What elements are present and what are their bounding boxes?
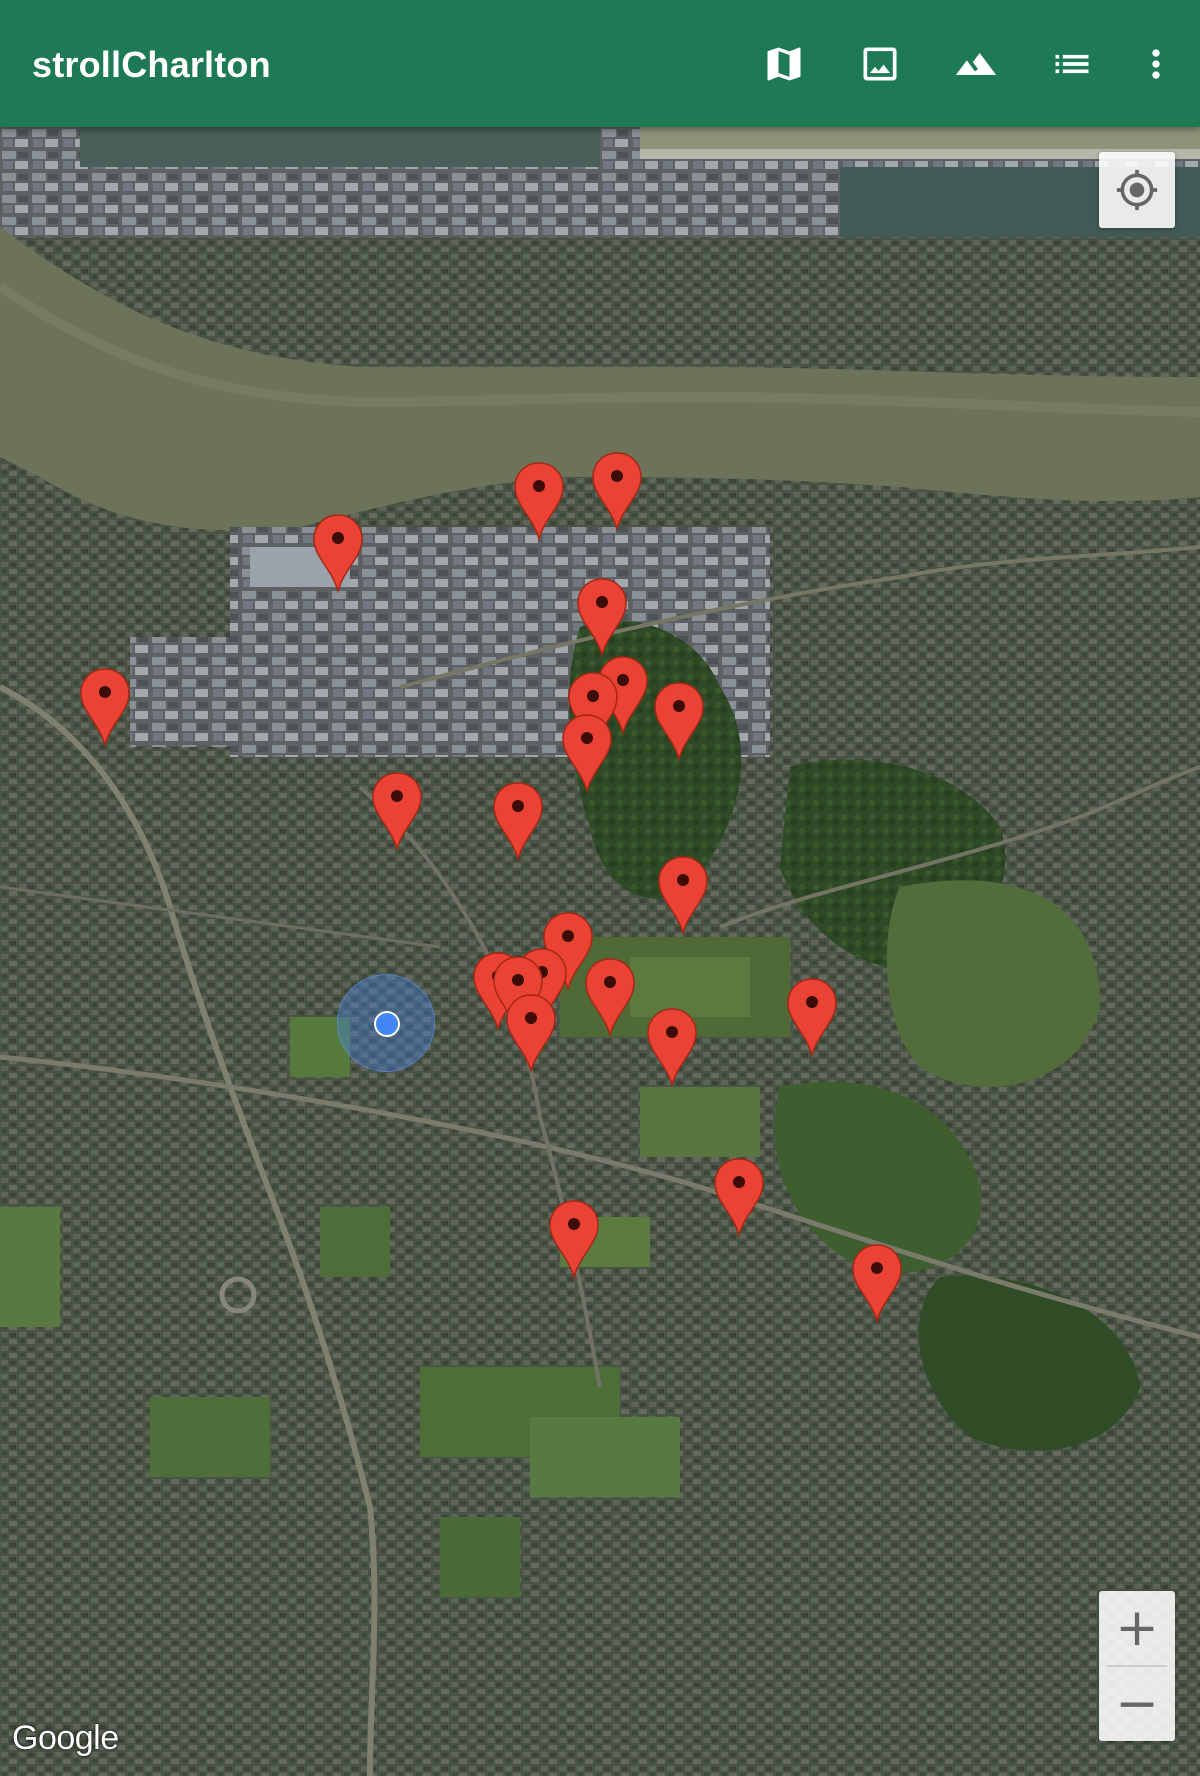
app-bar: strollCharlton bbox=[0, 0, 1200, 127]
map-marker[interactable] bbox=[591, 451, 643, 531]
image-icon[interactable] bbox=[856, 40, 904, 88]
map-marker[interactable] bbox=[653, 681, 705, 761]
satellite-imagery bbox=[0, 127, 1200, 1776]
map-marker[interactable] bbox=[576, 577, 628, 657]
map-icon[interactable] bbox=[760, 40, 808, 88]
map-marker[interactable] bbox=[786, 977, 838, 1057]
map-marker[interactable] bbox=[713, 1157, 765, 1237]
zoom-in-button[interactable]: + bbox=[1099, 1591, 1175, 1665]
list-icon[interactable] bbox=[1048, 40, 1096, 88]
map-marker[interactable] bbox=[657, 855, 709, 935]
map-marker[interactable] bbox=[79, 667, 131, 747]
map-marker[interactable] bbox=[513, 461, 565, 541]
map-marker[interactable] bbox=[312, 513, 364, 593]
map-marker[interactable] bbox=[584, 957, 636, 1037]
map-marker[interactable] bbox=[851, 1243, 903, 1323]
my-location-button[interactable] bbox=[1099, 152, 1175, 228]
zoom-out-button[interactable]: − bbox=[1099, 1667, 1175, 1741]
map-marker[interactable] bbox=[371, 771, 423, 851]
map-marker[interactable] bbox=[646, 1007, 698, 1087]
map-view[interactable]: + − Google bbox=[0, 127, 1200, 1776]
more-vert-icon[interactable] bbox=[1132, 40, 1180, 88]
my-location-icon bbox=[1116, 169, 1158, 211]
map-marker[interactable] bbox=[561, 713, 613, 793]
map-marker[interactable] bbox=[492, 781, 544, 861]
terrain-icon[interactable] bbox=[952, 40, 1000, 88]
google-logo: Google bbox=[12, 1719, 119, 1757]
user-location-dot bbox=[374, 1011, 400, 1037]
map-marker[interactable] bbox=[505, 993, 557, 1073]
user-location-accuracy bbox=[337, 974, 435, 1072]
map-marker[interactable] bbox=[548, 1199, 600, 1279]
zoom-controls: + − bbox=[1099, 1591, 1175, 1741]
app-title: strollCharlton bbox=[32, 44, 271, 85]
